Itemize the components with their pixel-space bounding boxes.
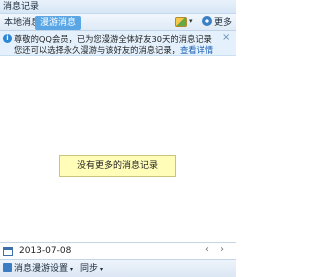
view-details-link[interactable]: 查看详情 xyxy=(180,45,213,55)
gear-icon xyxy=(202,16,212,26)
tab-roaming-messages[interactable]: 漫游消息 xyxy=(35,16,82,30)
sync-button[interactable]: 同步 ▾ xyxy=(80,262,103,276)
chevron-down-icon: ▾ xyxy=(70,266,74,273)
settings-icon xyxy=(3,263,12,272)
chevron-down-icon[interactable]: ▾ xyxy=(189,17,193,25)
info-icon: i xyxy=(3,34,12,43)
chevron-down-icon: ▾ xyxy=(100,266,104,273)
image-icon[interactable] xyxy=(175,17,187,27)
toolbar: 本地消息 漫游消息 ▾ 更多 xyxy=(0,14,236,31)
notice-line-2: 您还可以选择永久漫游与该好友的消息记录，查看详情 xyxy=(14,44,213,56)
membership-notice: i 尊敬的QQ会员，已为您漫游全体好友30天的消息记录 您还可以选择永久漫游与该… xyxy=(0,31,236,56)
close-icon[interactable]: × xyxy=(222,32,230,43)
date-bar: 2013-07-08 ‹ › xyxy=(0,242,236,259)
bottom-bar: 消息漫游设置 ▾ 同步 ▾ xyxy=(0,259,236,277)
window-title: 消息记录 xyxy=(0,0,236,14)
more-label: 更多 xyxy=(214,18,233,28)
previous-page-icon[interactable]: ‹ xyxy=(205,244,209,255)
next-page-icon[interactable]: › xyxy=(220,244,224,255)
message-records-area: 没有更多的消息记录 xyxy=(0,56,236,242)
sync-label: 同步 xyxy=(80,264,99,274)
notice-line-2-text: 您还可以选择永久漫游与该好友的消息记录， xyxy=(14,45,180,55)
roaming-settings-label: 消息漫游设置 xyxy=(14,264,69,274)
no-more-records-message: 没有更多的消息记录 xyxy=(59,155,176,177)
calendar-icon[interactable] xyxy=(3,247,13,256)
more-button[interactable]: 更多 xyxy=(202,16,232,30)
current-date[interactable]: 2013-07-08 xyxy=(19,245,71,258)
roaming-settings-button[interactable]: 消息漫游设置 ▾ xyxy=(3,262,73,276)
